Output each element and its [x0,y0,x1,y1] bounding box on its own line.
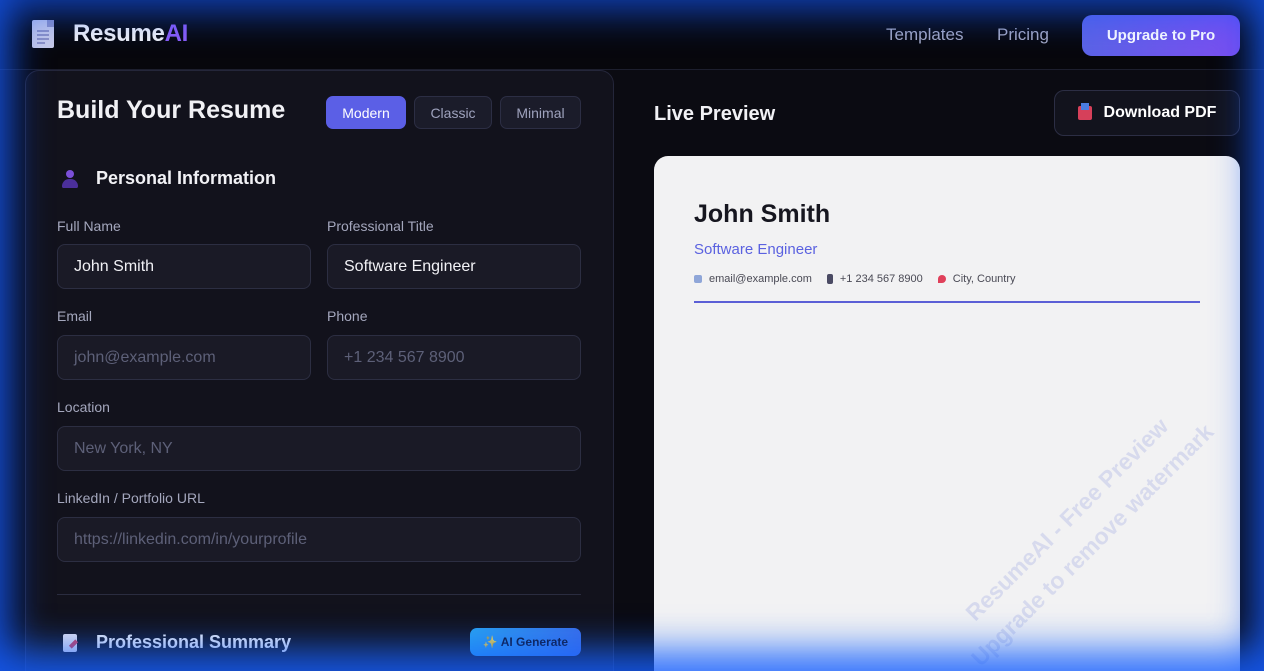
section-divider [57,594,581,595]
resume-name: John Smith [694,200,831,228]
brand-logo[interactable]: ResumeAI [32,20,188,48]
professional-title-label: Professional Title [327,218,434,234]
professional-title-input[interactable]: Software Engineer [327,244,581,289]
top-navbar: ResumeAI Templates Pricing Upgrade to Pr… [0,0,1264,70]
phone-icon [826,274,833,284]
resume-title: Software Engineer [694,241,818,258]
resume-header-rule [694,301,1200,303]
phone-input[interactable]: +1 234 567 8900 [327,335,581,380]
person-icon [60,169,80,189]
location-input[interactable]: New York, NY [57,426,581,471]
full-name-input[interactable]: John Smith [57,244,311,289]
preview-watermark: ResumeAI - Free Preview Upgrade to remov… [960,412,1219,671]
pin-icon [937,275,946,283]
email-label: Email [57,308,93,324]
nav-pricing-link[interactable]: Pricing [997,25,1049,45]
email-input[interactable]: john@example.com [57,335,311,380]
location-label: Location [57,399,110,415]
live-preview-title: Live Preview [654,103,776,125]
resume-location: City, Country [937,273,1016,285]
resume-preview: John Smith Software Engineer email@examp… [654,156,1240,671]
brand-name: ResumeAI [73,20,188,47]
resume-phone: +1 234 567 8900 [826,273,923,285]
resume-email: email@example.com [694,273,812,285]
template-classic-button[interactable]: Classic [414,96,492,129]
email-icon [694,275,702,283]
nav-templates-link[interactable]: Templates [886,25,963,45]
memo-icon [60,633,80,653]
url-input[interactable]: https://linkedin.com/in/yourprofile [57,517,581,562]
template-modern-button[interactable]: Modern [326,96,406,129]
url-label: LinkedIn / Portfolio URL [57,490,205,506]
page-title: Build Your Resume [57,96,286,124]
resume-contacts: email@example.com +1 234 567 8900 City, … [694,273,1031,285]
phone-label: Phone [327,308,368,324]
full-name-label: Full Name [57,218,121,234]
document-icon [32,20,54,48]
ai-generate-button[interactable]: ✨ AI Generate [470,628,581,656]
upgrade-to-pro-button[interactable]: Upgrade to Pro [1082,15,1240,56]
template-minimal-button[interactable]: Minimal [500,96,581,129]
inbox-icon [1077,103,1092,120]
download-pdf-button[interactable]: Download PDF [1054,90,1240,136]
professional-summary-heading: Professional Summary [60,632,291,653]
personal-information-heading: Personal Information [60,168,276,189]
